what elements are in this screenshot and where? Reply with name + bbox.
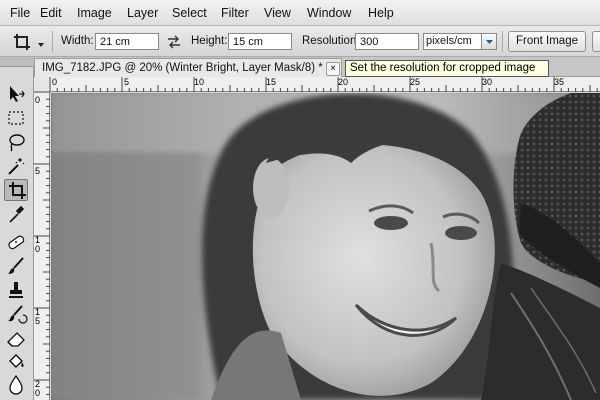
ruler-origin[interactable] <box>34 77 50 92</box>
separator <box>52 31 53 52</box>
ruler-label: 5 <box>35 166 41 176</box>
eyedropper-icon <box>9 205 25 223</box>
lasso-tool[interactable] <box>4 131 28 153</box>
chevron-down-icon <box>486 40 493 44</box>
menu-image[interactable]: Image <box>77 6 112 20</box>
ruler-label: 1 5 <box>35 307 41 326</box>
front-image-button[interactable]: Front Image <box>508 31 586 52</box>
crop-tool-preset-icon[interactable] <box>12 32 32 52</box>
menu-filter[interactable]: Filter <box>221 6 249 20</box>
ruler-label: 2 0 <box>35 379 41 398</box>
marquee-icon <box>8 111 24 125</box>
swap-dimensions-icon[interactable] <box>167 35 181 49</box>
blur-tool[interactable] <box>4 373 28 395</box>
width-input[interactable] <box>95 33 159 50</box>
horizontal-ruler[interactable]: 0 5 10 15 20 25 30 35 <box>50 77 600 92</box>
options-bar: Width: Height: Resolution: pixels/cm Fro… <box>0 26 600 57</box>
resolution-input[interactable] <box>355 33 419 50</box>
eraser-tool[interactable] <box>4 327 28 349</box>
resolution-label: Resolution: <box>302 35 360 47</box>
lasso-icon <box>9 134 25 152</box>
resolution-unit-select[interactable]: pixels/cm <box>423 33 497 50</box>
menu-window[interactable]: Window <box>307 6 351 20</box>
ruler-label: 15 <box>266 77 277 87</box>
healing-brush-tool[interactable] <box>4 231 28 253</box>
ruler-label: 0 <box>35 95 41 105</box>
magic-wand-tool[interactable] <box>4 155 28 177</box>
tools-panel-grip[interactable] <box>0 57 34 67</box>
tooltip: Set the resolution for cropped image <box>345 60 549 77</box>
brush-icon <box>8 257 24 274</box>
height-input[interactable] <box>228 33 292 50</box>
height-label: Height: <box>191 35 228 47</box>
paint-bucket-tool[interactable] <box>4 351 28 373</box>
menu-file[interactable]: File <box>10 6 30 20</box>
move-icon <box>10 86 25 102</box>
menu-view[interactable]: View <box>264 6 291 20</box>
crop-icon <box>9 182 26 199</box>
ruler-label: 25 <box>410 77 421 87</box>
paint-bucket-icon <box>9 354 24 368</box>
ruler-label: 20 <box>338 77 349 87</box>
separator <box>502 31 503 52</box>
photo <box>51 93 600 400</box>
marquee-tool[interactable] <box>4 107 28 129</box>
tools-panel <box>0 67 34 400</box>
menu-edit[interactable]: Edit <box>40 6 62 20</box>
clear-button[interactable] <box>592 31 600 52</box>
document-canvas[interactable] <box>51 93 600 400</box>
width-label: Width: <box>61 35 94 47</box>
unit-dropdown-button[interactable] <box>481 34 496 49</box>
ruler-label: 35 <box>554 77 565 87</box>
history-brush-icon <box>8 305 28 324</box>
ruler-label: 10 <box>194 77 205 87</box>
blur-icon <box>9 374 23 395</box>
magic-wand-icon <box>8 158 25 175</box>
ruler-label: 30 <box>482 77 493 87</box>
ruler-label: 1 0 <box>35 235 41 254</box>
eyedropper-tool[interactable] <box>4 203 28 225</box>
resolution-unit-value: pixels/cm <box>426 35 472 47</box>
document-tab[interactable]: IMG_7182.JPG @ 20% (Winter Bright, Layer… <box>34 58 342 77</box>
healing-brush-icon <box>8 235 25 250</box>
clone-stamp-tool[interactable] <box>4 279 28 301</box>
ruler-label: 0 <box>52 77 58 87</box>
menu-select[interactable]: Select <box>172 6 207 20</box>
clone-stamp-icon <box>9 282 23 298</box>
move-tool[interactable] <box>4 83 28 105</box>
close-icon[interactable]: × <box>326 62 340 76</box>
vertical-ruler[interactable]: 0 5 1 0 1 5 2 0 <box>34 92 50 400</box>
crop-tool[interactable] <box>4 179 28 201</box>
horizontal-ruler-ticks <box>50 77 598 92</box>
menu-layer[interactable]: Layer <box>127 6 158 20</box>
history-brush-tool[interactable] <box>4 303 28 325</box>
brush-tool[interactable] <box>4 255 28 277</box>
menu-bar: File Edit Image Layer Select Filter View… <box>0 0 600 26</box>
ruler-label: 5 <box>124 77 130 87</box>
tool-preset-dropdown-icon[interactable] <box>37 38 45 47</box>
document-tab-title: IMG_7182.JPG @ 20% (Winter Bright, Layer… <box>42 62 323 74</box>
menu-help[interactable]: Help <box>368 6 394 20</box>
eraser-icon <box>7 332 25 347</box>
